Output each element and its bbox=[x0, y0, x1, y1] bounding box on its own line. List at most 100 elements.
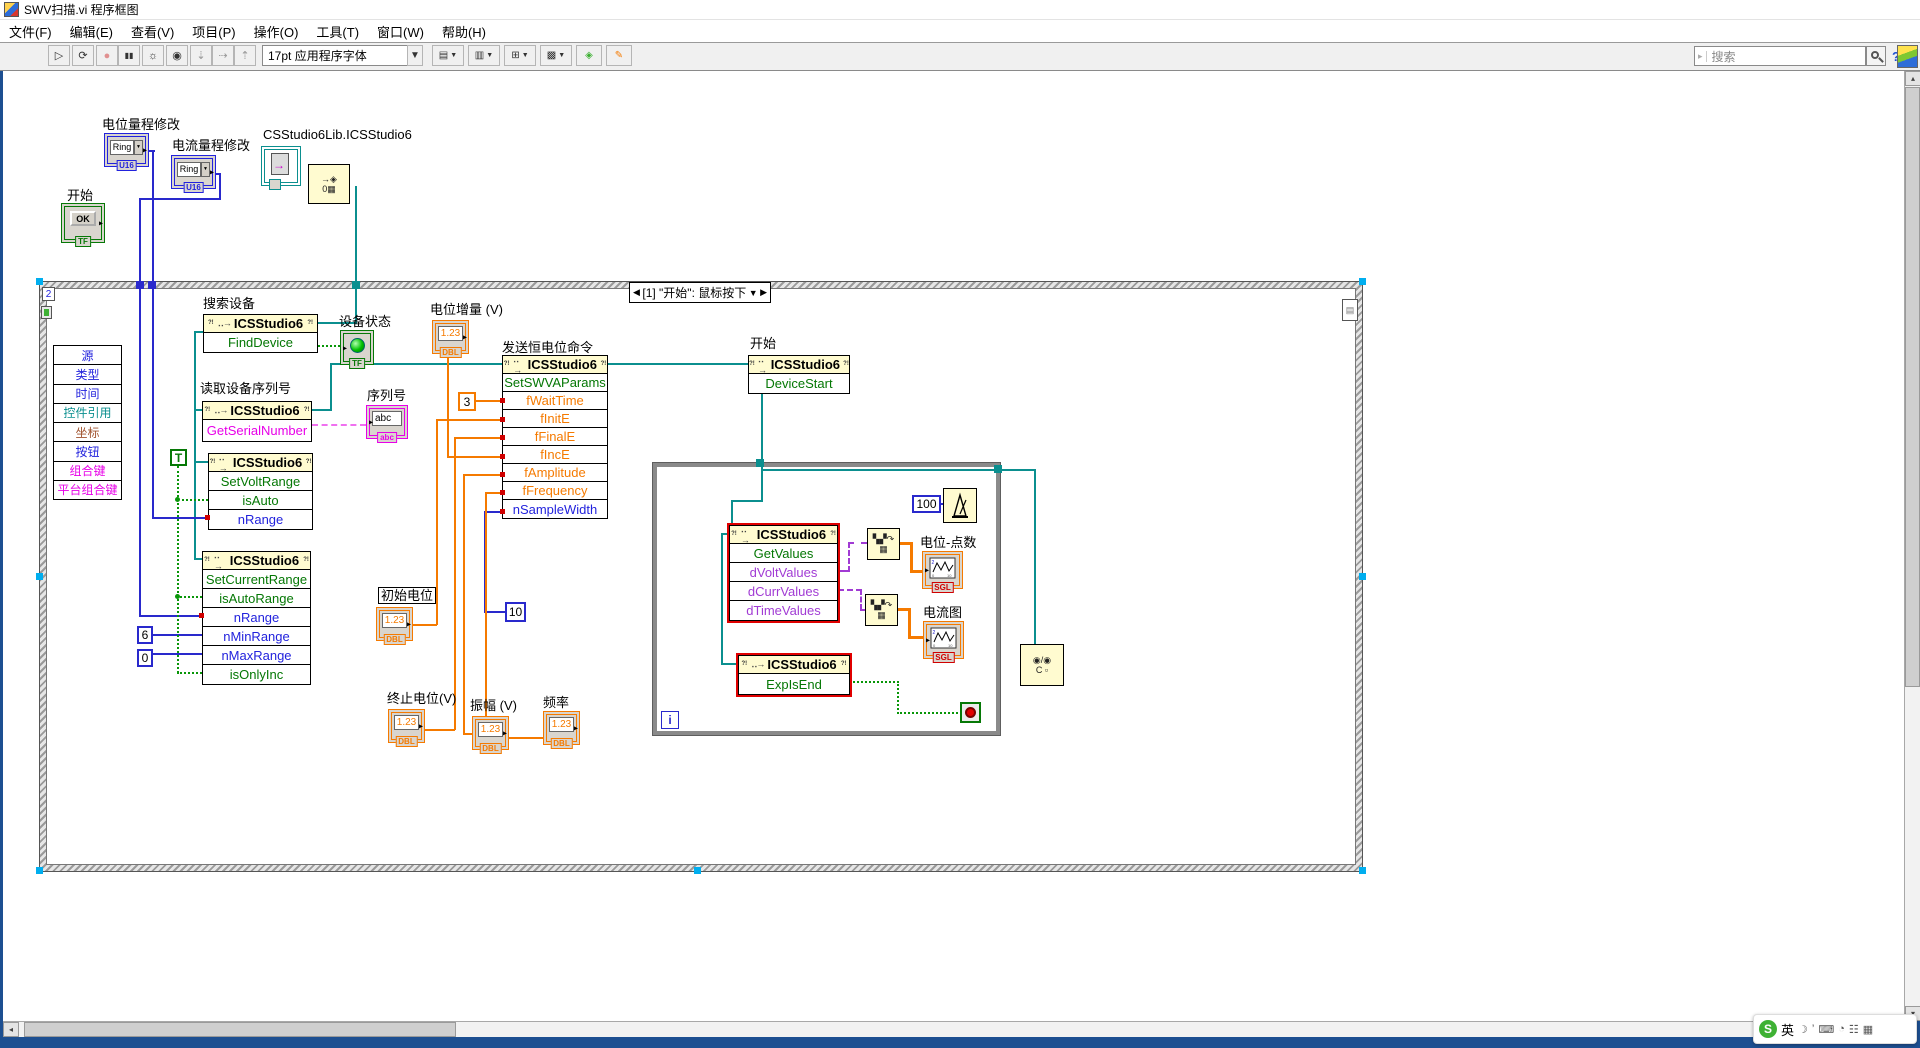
invoke-node-set-volt-range[interactable]: ?!‥→ICSStudio6?! SetVoltRange isAuto nRa… bbox=[208, 453, 313, 530]
amplitude-terminal[interactable]: 1.23 DBL ▸ bbox=[472, 716, 509, 750]
numeric-constant-3[interactable]: 3 bbox=[458, 392, 476, 411]
start-button-terminal[interactable]: OK TF ▸ bbox=[61, 203, 105, 243]
type-tag: DBL bbox=[479, 743, 501, 754]
coercion-dot bbox=[500, 490, 505, 495]
frequency-terminal[interactable]: 1.23 DBL ▸ bbox=[543, 711, 580, 745]
type-tag: U16 bbox=[116, 160, 137, 171]
invoke-node-get-values[interactable]: ?!‥→ICSStudio6?! GetValues dVoltValues d… bbox=[729, 525, 838, 621]
step-into-button[interactable]: ⇣ bbox=[190, 45, 212, 66]
true-constant[interactable]: T bbox=[170, 449, 187, 466]
wire-bool bbox=[177, 596, 202, 598]
wire-dbl bbox=[464, 474, 502, 476]
resize-objects-button[interactable]: ⊞▼ bbox=[504, 45, 536, 66]
menu-operate[interactable]: 操作(O) bbox=[245, 20, 308, 42]
device-status-led-terminal[interactable]: TF ▸ bbox=[340, 330, 374, 365]
ime-account-icon[interactable]: ☷ bbox=[1849, 1023, 1859, 1036]
loop-stop-terminal[interactable] bbox=[960, 702, 981, 723]
constructor-node[interactable]: →◈ 0▦ bbox=[308, 164, 350, 204]
invoke-node-set-swva-params[interactable]: ?!‥→ICSStudio6?! SetSWVAParams fWaitTime… bbox=[502, 355, 608, 519]
scroll-up-arrow[interactable]: ▴ bbox=[1905, 71, 1920, 86]
event-structure-selector[interactable]: ◀ [1] "开始": 鼠标按下 ▼ ▶ bbox=[629, 282, 771, 303]
numeric-constant-10[interactable]: 10 bbox=[505, 602, 526, 622]
vertical-scroll-thumb[interactable] bbox=[1905, 87, 1920, 687]
close-reference-node[interactable]: ◉/◉ C ▫ bbox=[1020, 644, 1064, 686]
run-continuously-button[interactable]: ⟳ bbox=[72, 45, 94, 66]
selection-handle[interactable] bbox=[1359, 867, 1366, 874]
vertical-scrollbar[interactable]: ▴ ▾ bbox=[1904, 71, 1920, 1021]
volt-graph-terminal[interactable]: 2 0 10 SGL ▸ bbox=[922, 551, 963, 589]
curr-range-ring-terminal[interactable]: Ring ▼ U16 ▸ bbox=[171, 155, 216, 189]
event-data-node[interactable]: 源 类型 时间 控件引用 坐标 按钮 组合键 平台组合键 bbox=[53, 345, 122, 500]
step-over-button[interactable]: ⇢ bbox=[212, 45, 234, 66]
ime-punctuation-icon[interactable]: ’ bbox=[1812, 1023, 1814, 1035]
variant-to-array-node[interactable]: ▚▞↷ ▦ bbox=[865, 594, 898, 626]
wait-until-next-ms-multiple-node[interactable] bbox=[943, 488, 977, 523]
param-row: nSampleWidth bbox=[503, 500, 607, 518]
selection-handle[interactable] bbox=[36, 573, 43, 580]
serial-string-terminal[interactable]: abc abc ▸ bbox=[366, 405, 408, 439]
search-button[interactable] bbox=[1866, 46, 1886, 66]
horizontal-scrollbar[interactable]: ◂ ▸ bbox=[3, 1021, 1904, 1037]
invoke-node-exp-is-end[interactable]: ?!‥→ICSStudio6?! ExpIsEnd bbox=[738, 655, 850, 695]
ime-toolbox-icon[interactable]: ▦ bbox=[1863, 1023, 1873, 1036]
invoke-node-get-serial-number[interactable]: ?!‥→ICSStudio6?! GetSerialNumber bbox=[202, 401, 312, 442]
variant-to-array-node[interactable]: ▚▞↷ ▦ bbox=[867, 528, 900, 560]
numeric-value: 1.23 bbox=[478, 722, 503, 737]
dotnet-class-constant[interactable]: → bbox=[261, 146, 301, 186]
prev-case-arrow-icon[interactable]: ◀ bbox=[633, 287, 640, 298]
retain-wire-values-button[interactable]: ◉ bbox=[166, 45, 188, 66]
ime-skin-icon[interactable]: ◔ bbox=[1838, 1023, 1845, 1035]
final-potential-terminal[interactable]: 1.23 DBL ▸ bbox=[388, 709, 425, 743]
volt-range-ring-terminal[interactable]: Ring ▼ U16 ▸ bbox=[104, 133, 149, 167]
horizontal-scroll-thumb[interactable] bbox=[24, 1022, 456, 1037]
invoke-node-set-current-range[interactable]: ?!‥→ICSStudio6?! SetCurrentRange isAutoR… bbox=[202, 551, 311, 685]
distribute-objects-button[interactable]: ▥▼ bbox=[468, 45, 500, 66]
align-objects-button[interactable]: ▤▼ bbox=[432, 45, 464, 66]
run-button[interactable]: ▷ bbox=[48, 45, 70, 66]
ime-toolbar[interactable]: S 英 ☽ ’ ⌨ ◔ ☷ ▦ bbox=[1753, 1014, 1917, 1044]
highlight-execution-button[interactable]: ☼ bbox=[142, 45, 164, 66]
wire-int bbox=[152, 150, 154, 518]
menu-view[interactable]: 查看(V) bbox=[122, 20, 183, 42]
invoke-node-device-start[interactable]: ?!‥→ICSStudio6?! DeviceStart bbox=[748, 355, 850, 394]
abort-button[interactable]: ● bbox=[96, 45, 118, 66]
numeric-constant-100[interactable]: 100 bbox=[912, 495, 941, 513]
selection-handle[interactable] bbox=[1359, 278, 1366, 285]
pause-button[interactable]: ▮▮ bbox=[118, 45, 140, 66]
ime-keyboard-icon[interactable]: ⌨ bbox=[1818, 1023, 1834, 1036]
menu-project[interactable]: 项目(P) bbox=[183, 20, 244, 42]
invoke-node-find-device[interactable]: ?!‥→ICSStudio6?! FindDevice bbox=[203, 314, 318, 353]
loop-iteration-terminal[interactable]: i bbox=[661, 711, 679, 729]
pot-increment-terminal[interactable]: 1.23 DBL ▸ bbox=[432, 320, 469, 354]
sort-button[interactable]: ◈ bbox=[576, 45, 602, 66]
curr-graph-terminal[interactable]: 2 0 10 SGL ▸ bbox=[923, 621, 964, 659]
case-dropdown-icon[interactable]: ▼ bbox=[749, 288, 758, 298]
selection-handle[interactable] bbox=[36, 278, 43, 285]
selection-handle[interactable] bbox=[1359, 573, 1366, 580]
numeric-constant-0[interactable]: 0 bbox=[137, 649, 153, 667]
event-data-item: 控件引用 bbox=[54, 404, 121, 423]
menu-tools[interactable]: 工具(T) bbox=[307, 20, 368, 42]
selection-handle[interactable] bbox=[36, 867, 43, 874]
font-selector-dropdown-icon[interactable]: ▼ bbox=[407, 45, 423, 66]
ime-moon-icon[interactable]: ☽ bbox=[1798, 1023, 1808, 1036]
search-input[interactable]: ▸ 搜索 bbox=[1694, 46, 1866, 66]
param-row: dCurrValues bbox=[730, 582, 837, 601]
menu-file[interactable]: 文件(F) bbox=[0, 20, 61, 42]
selection-handle[interactable] bbox=[694, 867, 701, 874]
scroll-left-arrow[interactable]: ◂ bbox=[3, 1022, 19, 1037]
menu-edit[interactable]: 编辑(E) bbox=[61, 20, 122, 42]
type-tag: TF bbox=[75, 236, 91, 247]
clean-up-diagram-button[interactable]: ✎ bbox=[606, 45, 632, 66]
init-potential-terminal[interactable]: 1.23 DBL ▸ bbox=[376, 607, 413, 641]
next-case-arrow-icon[interactable]: ▶ bbox=[760, 287, 767, 298]
ime-logo-icon[interactable]: S bbox=[1759, 1020, 1777, 1038]
menu-window[interactable]: 窗口(W) bbox=[368, 20, 433, 42]
reorder-objects-button[interactable]: ▩▼ bbox=[540, 45, 572, 66]
step-out-button[interactable]: ⇡ bbox=[234, 45, 256, 66]
numeric-constant-6[interactable]: 6 bbox=[137, 626, 153, 644]
ime-mode-indicator[interactable]: 英 bbox=[1781, 1020, 1794, 1039]
class-name: ICSStudio6 bbox=[757, 527, 826, 542]
menu-help[interactable]: 帮助(H) bbox=[433, 20, 495, 42]
font-selector[interactable]: 17pt 应用程序字体 bbox=[262, 45, 408, 66]
